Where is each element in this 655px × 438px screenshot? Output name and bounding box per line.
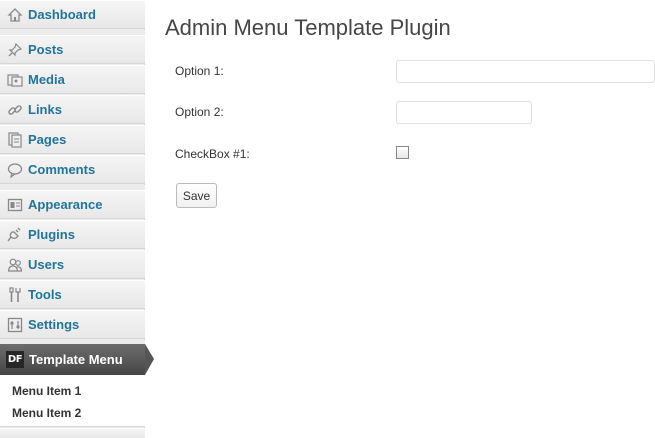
sidebar-item-label: Appearance (28, 197, 103, 212)
sidebar-item-media[interactable]: Media (0, 65, 145, 94)
media-icon (6, 71, 24, 89)
pages-icon (6, 131, 24, 149)
option2-label: Option 2: (175, 105, 224, 119)
checkbox1-label: CheckBox #1: (175, 147, 250, 161)
sidebar-item-label: Media (28, 72, 65, 87)
pin-icon (6, 41, 24, 59)
sidebar-item-dashboard[interactable]: Dashboard (0, 0, 145, 29)
df-logo-icon: DF (6, 351, 24, 368)
sidebar-item-label: Template Menu (29, 352, 123, 367)
submenu-item-1[interactable]: Menu Item 1 (12, 384, 81, 398)
sidebar-item-label: Posts (28, 42, 64, 57)
sidebar-item-posts[interactable]: Posts (0, 35, 145, 64)
sidebar-item-plugins[interactable]: Plugins (0, 220, 145, 249)
sidebar-item-appearance[interactable]: Appearance (0, 190, 145, 219)
sidebar-item-label: Tools (28, 287, 62, 302)
sidebar-item-label: Comments (28, 162, 96, 177)
sidebar-item-label: Plugins (28, 227, 75, 242)
option1-label: Option 1: (175, 64, 224, 78)
sidebar-item-links[interactable]: Links (0, 95, 145, 124)
sidebar-item-tools[interactable]: Tools (0, 280, 145, 309)
settings-icon (6, 316, 24, 334)
appearance-icon (6, 196, 24, 214)
sidebar-item-users[interactable]: Users (0, 250, 145, 279)
sidebar-item-label: Pages (28, 132, 67, 147)
admin-sidebar: Dashboard Posts Media Links Pages Commen… (0, 0, 154, 438)
sidebar-item-template-menu[interactable]: DF Template Menu (0, 344, 154, 375)
dashboard-icon (6, 6, 24, 24)
sidebar-item-label: Settings (28, 317, 80, 332)
checkbox1[interactable] (396, 146, 409, 159)
page-title: Admin Menu Template Plugin (165, 15, 451, 40)
sidebar-item-comments[interactable]: Comments (0, 155, 145, 184)
sidebar-item-pages[interactable]: Pages (0, 125, 145, 154)
sidebar-item-label: Links (28, 102, 62, 117)
sidebar-item-label: Dashboard (28, 7, 96, 22)
plug-icon (6, 226, 24, 244)
link-icon (6, 101, 24, 119)
users-icon (6, 256, 24, 274)
submenu: Menu Item 1 Menu Item 2 (0, 375, 145, 427)
sidebar-item-settings[interactable]: Settings (0, 310, 145, 339)
save-button[interactable]: Save (176, 183, 217, 208)
sidebar-item-label: Users (28, 257, 65, 272)
sidebar-item-partial[interactable] (0, 428, 145, 438)
option1-input[interactable] (396, 60, 655, 83)
comment-icon (6, 161, 24, 179)
option2-input[interactable] (396, 101, 532, 124)
submenu-item-2[interactable]: Menu Item 2 (12, 406, 81, 420)
tools-icon (6, 286, 24, 304)
